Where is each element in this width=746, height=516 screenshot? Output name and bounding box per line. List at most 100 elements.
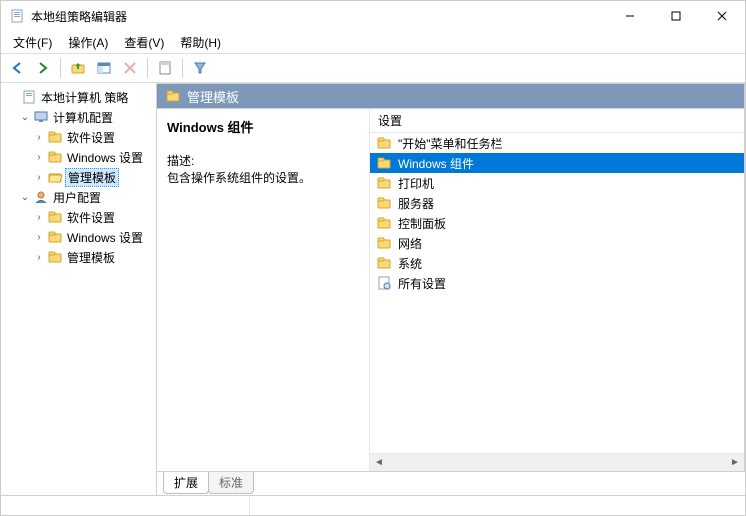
menu-help[interactable]: 帮助(H) xyxy=(172,32,229,53)
tree-label: 本地计算机 策略 xyxy=(39,89,130,106)
title-bar: 本地组策略编辑器 xyxy=(1,1,745,31)
scroll-right-icon[interactable]: ► xyxy=(726,457,744,468)
column-label: 设置 xyxy=(378,112,402,129)
window-title: 本地组策略编辑器 xyxy=(31,8,607,25)
list-item-label: 控制面板 xyxy=(398,215,446,232)
show-hide-tree-button[interactable] xyxy=(92,56,116,80)
chevron-right-icon[interactable]: › xyxy=(33,172,45,183)
list-item[interactable]: "开始"菜单和任务栏 xyxy=(370,133,744,153)
list-item[interactable]: 打印机 xyxy=(370,173,744,193)
folder-icon xyxy=(376,255,392,271)
description-text: 包含操作系统组件的设置。 xyxy=(167,169,359,186)
status-cell xyxy=(250,496,745,515)
tree-item[interactable]: › 软件设置 xyxy=(3,127,154,147)
tree-item[interactable]: › Windows 设置 xyxy=(3,147,154,167)
toolbar xyxy=(1,53,745,83)
main-area: 本地计算机 策略 ⌄ 计算机配置 › 软件设置 › Windows 设置 › 管… xyxy=(1,83,745,495)
list-item-label: 网络 xyxy=(398,235,422,252)
list-item-label: 系统 xyxy=(398,255,422,272)
folder-icon xyxy=(47,129,63,145)
details-pane: 管理模板 Windows 组件 描述: 包含操作系统组件的设置。 设置 "开始"… xyxy=(157,83,745,495)
selection-heading: Windows 组件 xyxy=(167,117,359,136)
folder-icon xyxy=(376,235,392,251)
menu-action[interactable]: 操作(A) xyxy=(60,32,116,53)
tree-item[interactable]: › 软件设置 xyxy=(3,207,154,227)
computer-icon xyxy=(33,109,49,125)
tree-item[interactable]: › 管理模板 xyxy=(3,247,154,267)
chevron-down-icon[interactable]: ⌄ xyxy=(19,192,31,203)
folder-icon xyxy=(376,175,392,191)
folder-icon xyxy=(376,195,392,211)
description-column: Windows 组件 描述: 包含操作系统组件的设置。 xyxy=(157,109,369,471)
list-body[interactable]: "开始"菜单和任务栏 Windows 组件打印机服务器控制面板网络系统所有设置 xyxy=(370,133,744,453)
tree-item-admin-templates[interactable]: › 管理模板 xyxy=(3,167,154,187)
list-item[interactable]: 所有设置 xyxy=(370,273,744,293)
tree-label: 软件设置 xyxy=(65,209,117,226)
list-item[interactable]: Windows 组件 xyxy=(370,153,744,173)
tree-computer-config[interactable]: ⌄ 计算机配置 xyxy=(3,107,154,127)
pane-body: Windows 组件 描述: 包含操作系统组件的设置。 设置 "开始"菜单和任务… xyxy=(157,109,745,471)
tree-label: 软件设置 xyxy=(65,129,117,146)
tree-root[interactable]: 本地计算机 策略 xyxy=(3,87,154,107)
tree-user-config[interactable]: ⌄ 用户配置 xyxy=(3,187,154,207)
tree-label: Windows 设置 xyxy=(65,229,145,246)
horizontal-scrollbar[interactable]: ◄ ► xyxy=(370,453,744,471)
menu-file[interactable]: 文件(F) xyxy=(5,32,60,53)
maximize-button[interactable] xyxy=(653,1,699,31)
list-item[interactable]: 系统 xyxy=(370,253,744,273)
tree-label: 用户配置 xyxy=(51,189,103,206)
properties-button[interactable] xyxy=(153,56,177,80)
list-column-header[interactable]: 设置 xyxy=(370,109,744,133)
menu-bar: 文件(F) 操作(A) 查看(V) 帮助(H) xyxy=(1,31,745,53)
list-item-label: 所有设置 xyxy=(398,275,446,292)
tab-standard[interactable]: 标准 xyxy=(208,472,254,494)
forward-button[interactable] xyxy=(31,56,55,80)
description-label: 描述: xyxy=(167,152,359,169)
app-icon xyxy=(9,8,25,24)
list-item-label: 服务器 xyxy=(398,195,434,212)
view-tabs: 扩展 标准 xyxy=(157,471,745,495)
chevron-right-icon[interactable]: › xyxy=(33,232,45,243)
back-button[interactable] xyxy=(5,56,29,80)
list-item[interactable]: 控制面板 xyxy=(370,213,744,233)
status-cell xyxy=(1,496,250,515)
toolbar-separator xyxy=(182,58,183,78)
folder-icon xyxy=(376,135,392,151)
chevron-right-icon[interactable]: › xyxy=(33,132,45,143)
folder-icon xyxy=(47,249,63,265)
minimize-button[interactable] xyxy=(607,1,653,31)
policy-icon xyxy=(21,89,37,105)
tab-extended[interactable]: 扩展 xyxy=(163,472,209,494)
tree-label: 计算机配置 xyxy=(51,109,115,126)
user-icon xyxy=(33,189,49,205)
list-item-label: 打印机 xyxy=(398,175,434,192)
folder-icon xyxy=(376,215,392,231)
menu-view[interactable]: 查看(V) xyxy=(116,32,172,53)
chevron-right-icon[interactable]: › xyxy=(33,212,45,223)
chevron-right-icon[interactable]: › xyxy=(33,152,45,163)
delete-button xyxy=(118,56,142,80)
toolbar-separator xyxy=(60,58,61,78)
tree-item[interactable]: › Windows 设置 xyxy=(3,227,154,247)
list-item-label: Windows 组件 xyxy=(398,155,474,172)
chevron-right-icon[interactable]: › xyxy=(33,252,45,263)
up-button[interactable] xyxy=(66,56,90,80)
folder-icon xyxy=(47,229,63,245)
close-button[interactable] xyxy=(699,1,745,31)
folder-icon xyxy=(47,149,63,165)
tree-label: 管理模板 xyxy=(65,168,119,187)
list-item[interactable]: 网络 xyxy=(370,233,744,253)
list-item-label: "开始"菜单和任务栏 xyxy=(398,135,503,152)
navigation-tree[interactable]: 本地计算机 策略 ⌄ 计算机配置 › 软件设置 › Windows 设置 › 管… xyxy=(1,83,157,495)
tree-label: Windows 设置 xyxy=(65,149,145,166)
folder-icon xyxy=(165,88,181,104)
toolbar-separator xyxy=(147,58,148,78)
pane-header-title: 管理模板 xyxy=(187,87,239,106)
scroll-left-icon[interactable]: ◄ xyxy=(370,457,388,468)
chevron-down-icon[interactable]: ⌄ xyxy=(19,112,31,123)
filter-button[interactable] xyxy=(188,56,212,80)
status-bar xyxy=(1,495,745,515)
list-item[interactable]: 服务器 xyxy=(370,193,744,213)
pane-header: 管理模板 xyxy=(157,83,745,109)
settings-icon xyxy=(376,275,392,291)
